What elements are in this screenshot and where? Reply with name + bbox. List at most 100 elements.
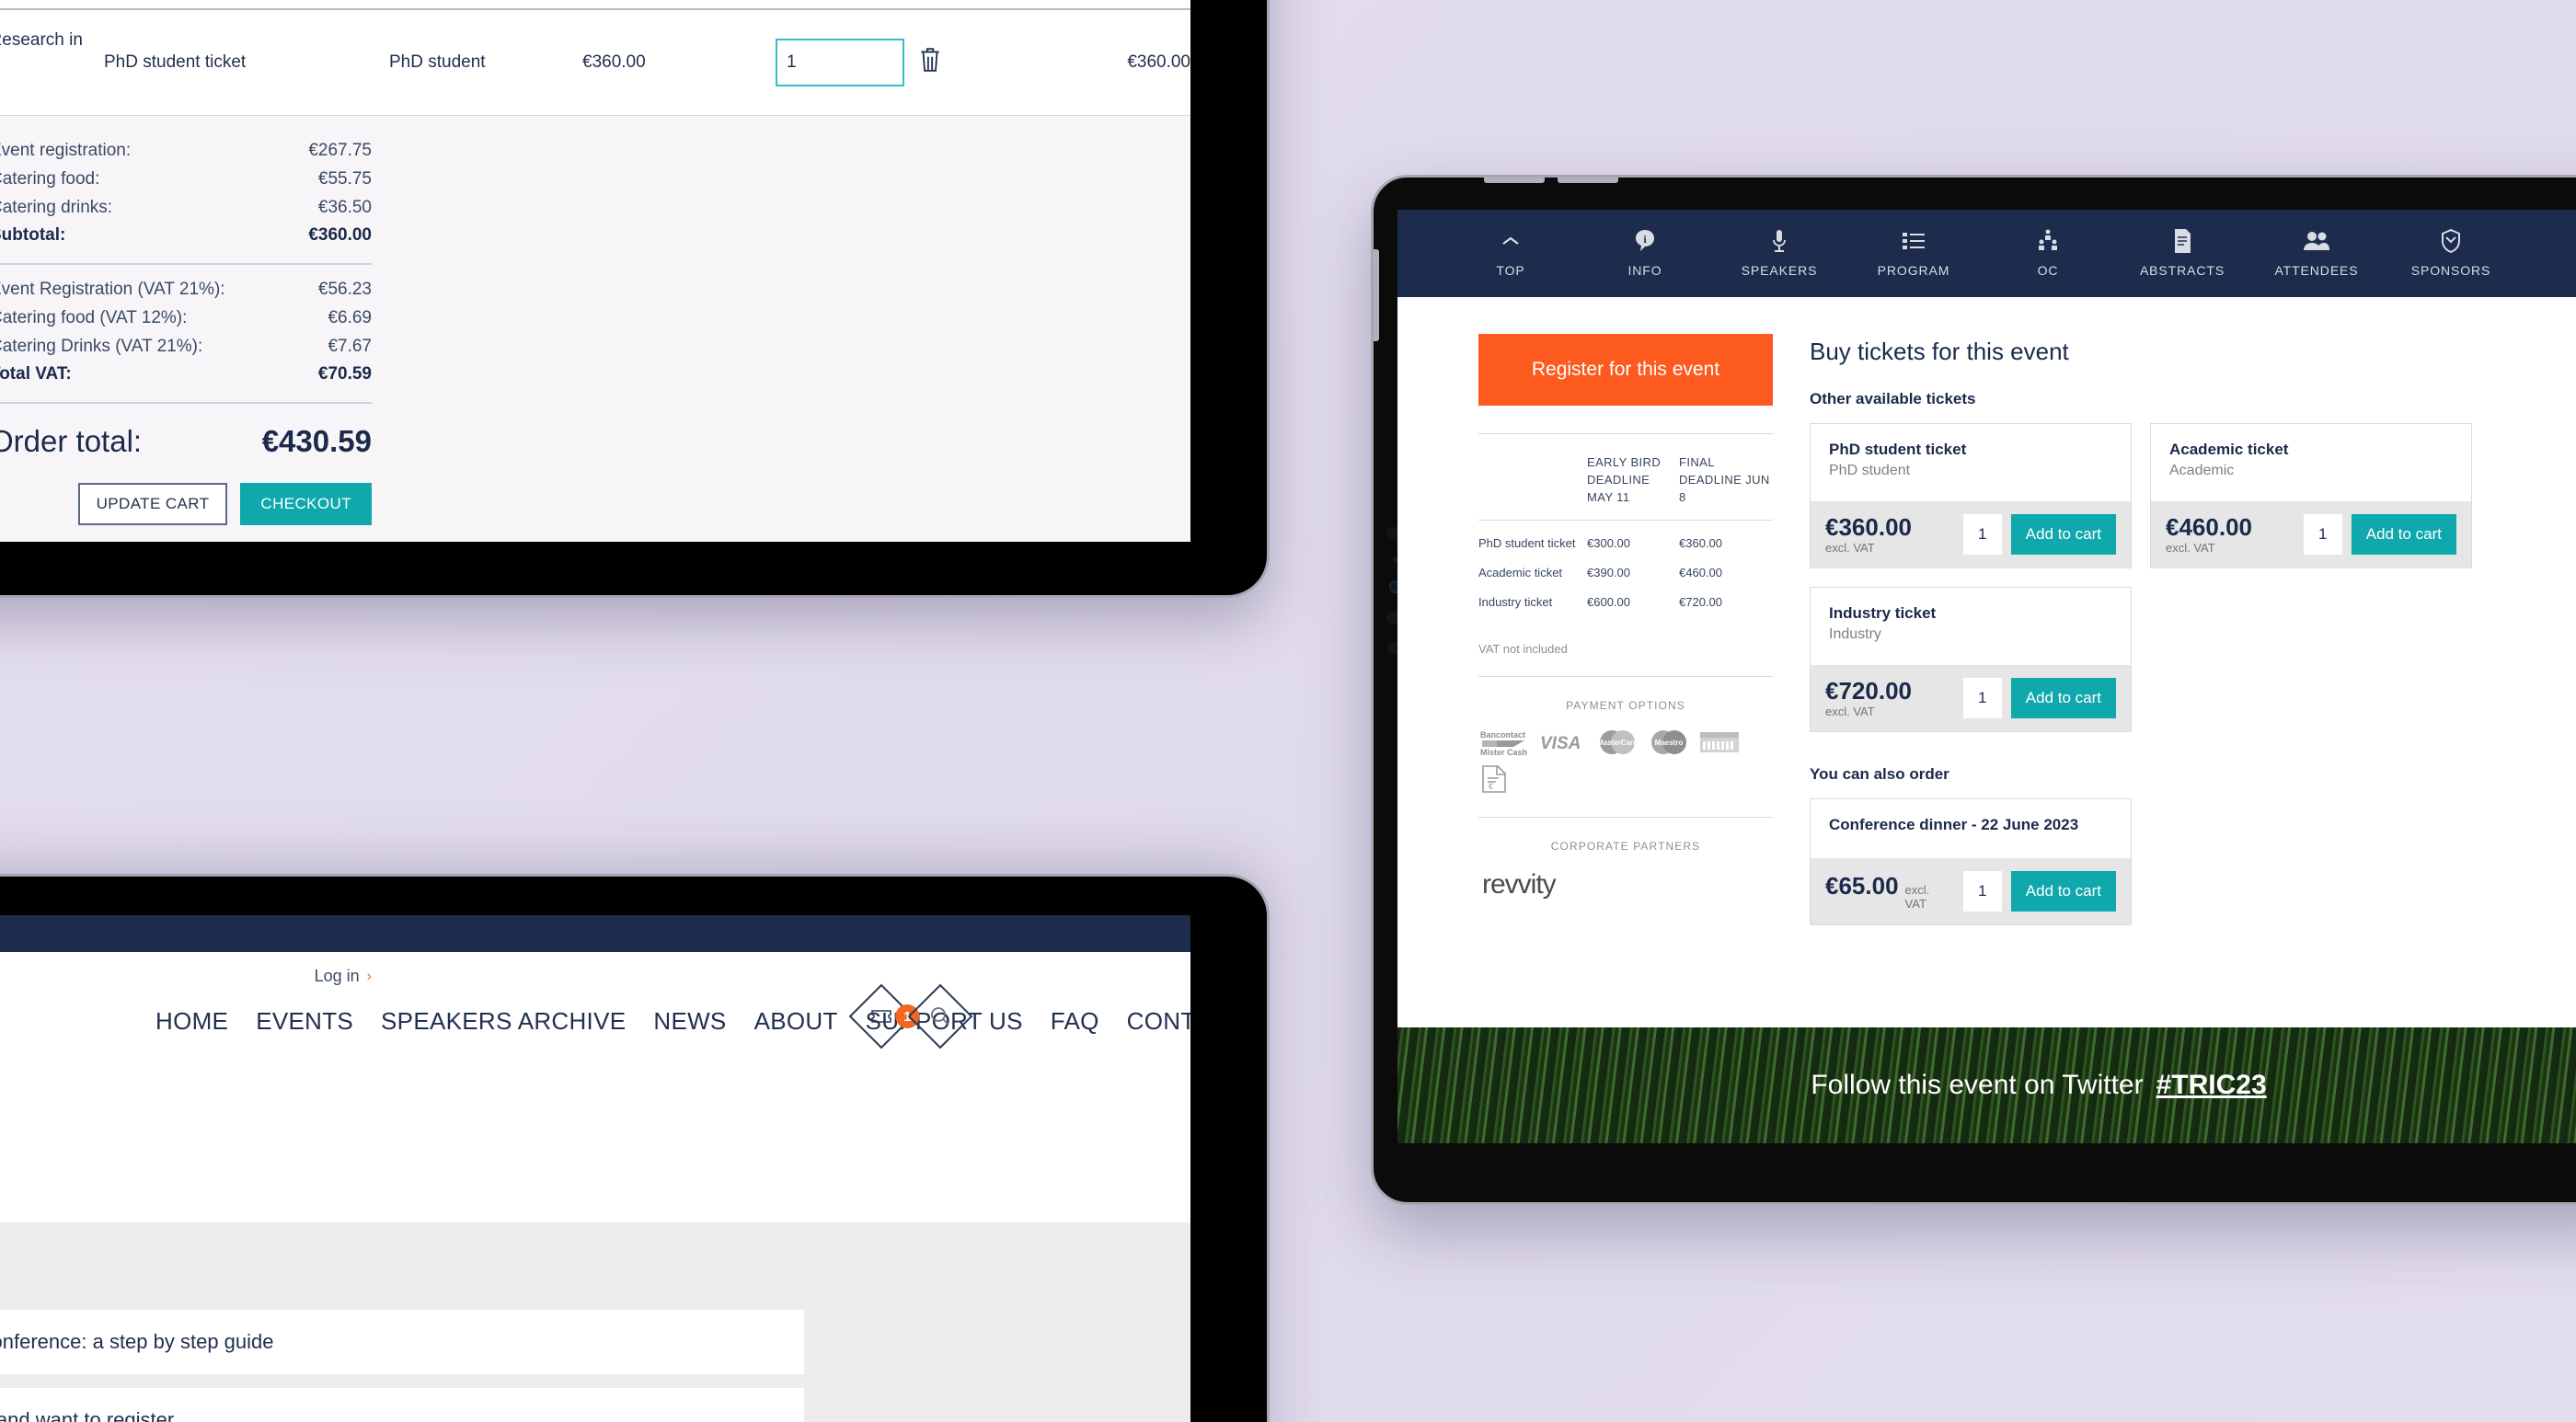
total-row: Event registration: €267.75 [0,137,372,166]
extra-card-conference-dinner: Conference dinner - 22 June 2023 €65.00 … [1810,798,2132,925]
nav-item-top[interactable]: TOP [1443,229,1578,278]
quantity-input[interactable]: 1 [1962,871,2002,912]
extra-vat-note: excl. VAT [1904,882,1930,911]
add-to-cart-button[interactable]: Add to cart [2010,871,2116,912]
total-vat-row: Total VAT: €70.59 [0,361,372,389]
nav-item-sponsors[interactable]: SPONSORS [2384,229,2518,278]
nav-label: OC [2037,263,2059,278]
nav-item-program[interactable]: PROGRAM [1846,229,1981,278]
add-to-cart-button[interactable]: Add to cart [2351,514,2456,555]
total-label: Catering food: [0,168,100,189]
total-label: Catering drinks: [0,197,113,217]
order-total-value: €430.59 [261,424,372,459]
header-icons: 1 [848,983,973,1049]
nav-item-oc[interactable]: OC [1981,229,2115,278]
nav-item-info[interactable]: i INFO [1578,229,1712,278]
order-more-tickets-link[interactable]: Order more tickets [0,77,104,97]
table-row: Tritrophic Interactions: Translational R… [0,9,1190,118]
ticket-card-academic: Academic ticket Academic €460.00 excl. V… [2150,423,2472,568]
twitter-hashtag-link[interactable]: #TRIC23 [2156,1070,2267,1101]
nav-item-partial[interactable]: P [2518,229,2576,278]
quantity-input[interactable]: 1 [1962,678,2002,718]
vat-row: Event Registration (VAT 21%): €56.23 [0,276,372,304]
people-icon [2304,229,2329,253]
device-laptop-faq: VIB Conferences Log in › B conference se… [0,874,1270,1422]
site-header: Log in › B conference series HOME EVENTS… [0,952,1190,1090]
cart-actions: UPDATE CART CHECKOUT [0,483,372,526]
list-item[interactable]: › I'm a VIB Collaborator and want to reg… [0,1388,804,1422]
search-button[interactable] [907,983,973,1049]
col-event [0,0,104,10]
total-vat-label: Total VAT: [0,364,72,384]
ticket-vat-note: excl. VAT [1825,540,1875,555]
event-name: Tritrophic Interactions: Translational R… [0,30,83,50]
invoice-icon: € [1478,764,1510,793]
buy-tickets-title: Buy tickets for this event [1810,338,2069,365]
trash-icon[interactable] [918,46,942,74]
cart-screen: Overview tickets Item Type Price Quantit… [0,0,1190,542]
table-row: Academic ticket €390.00 €460.00 [1478,558,1773,588]
price-row-final: €460.00 [1679,566,1722,580]
nav-item-faq[interactable]: FAQ [1051,1007,1099,1036]
cart-totals-panel: Event registration: €267.75 Catering foo… [0,116,1190,542]
svg-text:Mister Cash: Mister Cash [1480,748,1527,757]
vat-label: Catering Drinks (VAT 21%): [0,336,203,356]
cell-item: PhD student ticket [104,9,389,118]
bancontact-icon: Bancontact Mister Cash [1478,728,1530,757]
faq-page-title: FAQ [0,1119,1190,1189]
nav-item-news[interactable]: NEWS [653,1007,726,1036]
price-row-name: Industry ticket [1478,595,1553,610]
vat-row: Catering Drinks (VAT 21%): €7.67 [0,333,372,361]
ticket-vat-note: excl. VAT [2166,540,2215,555]
nav-item-abstracts[interactable]: ABSTRACTS [2115,229,2249,278]
subtotal-value: €360.00 [308,225,372,246]
faq-screen: VIB Conferences Log in › B conference se… [0,915,1190,1422]
maestro-icon: Maestro [1648,728,1690,756]
vat-value: €7.67 [328,336,372,356]
nav-item-speakers[interactable]: SPEAKERS [1712,229,1846,278]
nav-item-home[interactable]: HOME [155,1007,228,1036]
quantity-input[interactable]: 1 [2303,514,2342,555]
quantity-input[interactable]: 1 [776,39,904,87]
add-to-cart-button[interactable]: Add to cart [2010,678,2116,718]
twitter-text: Follow this event on Twitter [1811,1070,2144,1100]
price-table: EARLY BIRD DEADLINE MAY 11 FINAL DEADLIN… [1478,433,1773,656]
tablet-button-top-1 [1484,178,1545,183]
breadcrumb-current: FAQ [0,1090,1190,1119]
organizing-committee-icon [2037,229,2059,253]
list-icon [1903,229,1925,253]
nav-item-contact[interactable]: CONTACT [1127,1007,1190,1036]
checkout-button[interactable]: CHECKOUT [240,483,372,526]
other-tickets-title: Other available tickets [1810,390,1976,407]
quantity-input[interactable]: 1 [1962,514,2002,555]
nav-label: TOP [1496,263,1525,278]
nav-label: INFO [1627,263,1662,278]
price-row-early: €300.00 [1587,536,1630,551]
col-price: Price [582,0,776,10]
faq-section-title: Registration [0,1265,1190,1293]
nav-item-events[interactable]: EVENTS [256,1007,353,1036]
ticket-price: €460.00 [2166,513,2252,542]
price-row-final: €360.00 [1679,536,1722,551]
nav-item-speakers-archive[interactable]: SPEAKERS ARCHIVE [381,1007,626,1036]
update-cart-button[interactable]: UPDATE CART [77,483,228,526]
register-button[interactable]: Register for this event [1478,334,1773,406]
ticket-vat-note: excl. VAT [1825,704,1875,718]
breadcrumb: FAQ [0,1090,1190,1119]
nav-item-attendees[interactable]: ATTENDEES [2249,229,2384,278]
vat-value: €56.23 [317,280,372,300]
price-row-final: €720.00 [1679,595,1722,610]
divider [0,402,372,405]
svg-text:Bancontact: Bancontact [1480,730,1525,740]
ticket-type: Industry [1829,626,1881,642]
shield-icon [2441,229,2461,253]
faq-content: Registration › How to register for a con… [0,1222,1190,1422]
chevron-right-icon: › [366,968,372,984]
add-to-cart-button[interactable]: Add to cart [2010,514,2116,555]
list-item[interactable]: › How to register for a conference: a st… [0,1310,804,1374]
svg-text:Maestro: Maestro [1655,739,1684,747]
nav-item-about[interactable]: ABOUT [754,1007,838,1036]
cart-button[interactable]: 1 [848,983,920,1049]
payment-caption: PAYMENT OPTIONS [1566,698,1685,712]
login-link[interactable]: Log in › [315,967,372,986]
